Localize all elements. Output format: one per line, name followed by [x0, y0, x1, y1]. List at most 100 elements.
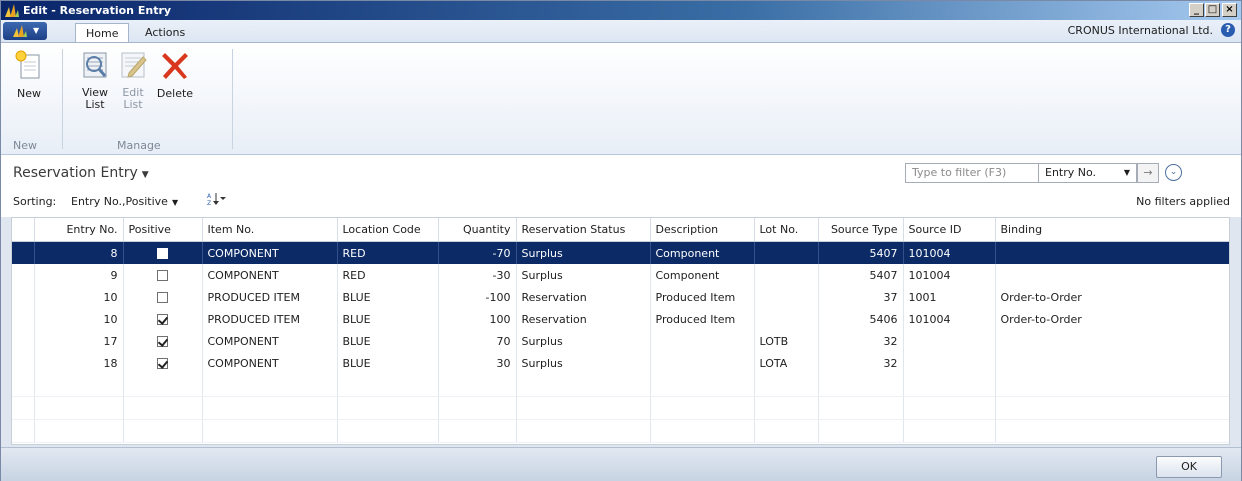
- sort-icon[interactable]: A Z: [207, 192, 227, 209]
- entry-no-cell[interactable]: 8: [34, 241, 124, 264]
- filter-input[interactable]: Type to filter (F3): [905, 163, 1039, 183]
- location-cell[interactable]: BLUE: [337, 308, 439, 330]
- item-no-cell[interactable]: PRODUCED ITEM: [202, 286, 338, 308]
- item-no-cell[interactable]: COMPONENT: [202, 264, 338, 286]
- positive-checkbox[interactable]: [157, 336, 168, 347]
- item-no-cell[interactable]: COMPONENT: [202, 330, 338, 352]
- binding-cell[interactable]: [995, 330, 1229, 352]
- description-cell[interactable]: Component: [650, 264, 755, 286]
- quantity-cell[interactable]: -70: [438, 241, 517, 264]
- row-selector[interactable]: [12, 308, 35, 330]
- binding-cell[interactable]: [995, 352, 1229, 374]
- table-row[interactable]: 17 COMPONENT BLUE 70 Surplus LOTB 32: [12, 330, 1229, 352]
- minimize-button[interactable]: _: [1189, 3, 1204, 17]
- quantity-cell[interactable]: 70: [438, 330, 517, 352]
- delete-button[interactable]: Delete: [153, 49, 197, 100]
- table-row[interactable]: 8 COMPONENT RED -70 Surplus Component 5407 1010…: [12, 241, 1229, 264]
- column-header[interactable]: Positive: [123, 218, 203, 242]
- status-cell[interactable]: Surplus: [516, 352, 651, 374]
- sorting-select[interactable]: Entry No.,Positive ▼: [71, 195, 178, 208]
- tab-home[interactable]: Home: [75, 23, 130, 42]
- quantity-cell[interactable]: -30: [438, 264, 517, 286]
- column-header[interactable]: Location Code: [337, 218, 439, 242]
- expand-icon[interactable]: ⌄: [1165, 164, 1182, 181]
- source-type-cell[interactable]: 5406: [818, 308, 904, 330]
- table-row[interactable]: 9 COMPONENT RED -30 Surplus Component 5407 1010…: [12, 264, 1229, 286]
- row-selector[interactable]: [12, 330, 35, 352]
- page-title[interactable]: Reservation Entry ▼: [13, 165, 149, 181]
- lot-no-cell[interactable]: LOTA: [754, 352, 819, 374]
- entry-no-cell[interactable]: 10: [34, 286, 124, 308]
- entry-no-cell[interactable]: 9: [34, 264, 124, 286]
- table-row[interactable]: 18 COMPONENT BLUE 30 Surplus LOTA 32: [12, 352, 1229, 374]
- source-type-cell[interactable]: 5407: [818, 241, 904, 264]
- source-id-cell[interactable]: 101004: [903, 308, 996, 330]
- source-id-cell[interactable]: [903, 330, 996, 352]
- entry-no-cell[interactable]: 17: [34, 330, 124, 352]
- source-type-cell[interactable]: 5407: [818, 264, 904, 286]
- binding-cell[interactable]: Order-to-Order: [995, 308, 1229, 330]
- positive-checkbox[interactable]: [157, 358, 168, 369]
- edit-list-button[interactable]: Edit List: [115, 49, 151, 111]
- column-header[interactable]: Item No.: [202, 218, 338, 242]
- positive-checkbox[interactable]: [157, 292, 168, 303]
- apply-filter-button[interactable]: →: [1137, 163, 1159, 183]
- positive-checkbox[interactable]: [157, 270, 168, 281]
- source-id-cell[interactable]: 101004: [903, 241, 996, 264]
- column-header[interactable]: Lot No.: [754, 218, 819, 242]
- binding-cell[interactable]: Order-to-Order: [995, 286, 1229, 308]
- source-id-cell[interactable]: 1001: [903, 286, 996, 308]
- new-button[interactable]: New: [11, 49, 47, 100]
- status-cell[interactable]: Surplus: [516, 330, 651, 352]
- positive-checkbox[interactable]: [157, 314, 168, 325]
- description-cell[interactable]: Produced Item: [650, 308, 755, 330]
- quantity-cell[interactable]: 30: [438, 352, 517, 374]
- status-cell[interactable]: Reservation: [516, 286, 651, 308]
- status-cell[interactable]: Surplus: [516, 264, 651, 286]
- column-header[interactable]: Entry No.: [34, 218, 124, 242]
- source-type-cell[interactable]: 32: [818, 352, 904, 374]
- ok-button[interactable]: OK: [1156, 456, 1222, 478]
- source-type-cell[interactable]: 37: [818, 286, 904, 308]
- maximize-button[interactable]: □: [1205, 3, 1220, 17]
- row-selector[interactable]: [12, 264, 35, 286]
- positive-checkbox[interactable]: [157, 248, 168, 259]
- description-cell[interactable]: Component: [650, 241, 755, 264]
- filter-field-select[interactable]: Entry No. ▼: [1039, 163, 1137, 183]
- lot-no-cell[interactable]: [754, 241, 819, 264]
- description-cell[interactable]: [650, 352, 755, 374]
- location-cell[interactable]: RED: [337, 264, 439, 286]
- item-no-cell[interactable]: PRODUCED ITEM: [202, 308, 338, 330]
- binding-cell[interactable]: [995, 241, 1229, 264]
- view-list-button[interactable]: View List: [77, 49, 113, 111]
- source-id-cell[interactable]: 101004: [903, 264, 996, 286]
- column-header[interactable]: Reservation Status: [516, 218, 651, 242]
- description-cell[interactable]: [650, 330, 755, 352]
- table-row[interactable]: 10 PRODUCED ITEM BLUE 100 Reservation Produce…: [12, 308, 1229, 330]
- row-selector[interactable]: [12, 241, 35, 264]
- lot-no-cell[interactable]: [754, 286, 819, 308]
- column-header[interactable]: Binding: [995, 218, 1229, 242]
- status-cell[interactable]: Reservation: [516, 308, 651, 330]
- binding-cell[interactable]: [995, 264, 1229, 286]
- status-cell[interactable]: Surplus: [516, 241, 651, 264]
- lot-no-cell[interactable]: LOTB: [754, 330, 819, 352]
- help-icon[interactable]: ?: [1221, 23, 1235, 37]
- lot-no-cell[interactable]: [754, 264, 819, 286]
- column-header[interactable]: Quantity: [438, 218, 517, 242]
- column-header[interactable]: Source Type: [818, 218, 904, 242]
- row-selector[interactable]: [12, 352, 35, 374]
- location-cell[interactable]: BLUE: [337, 352, 439, 374]
- table-row[interactable]: 10 PRODUCED ITEM BLUE -100 Reservation Produc…: [12, 286, 1229, 308]
- column-header[interactable]: Source ID: [903, 218, 996, 242]
- source-type-cell[interactable]: 32: [818, 330, 904, 352]
- column-header[interactable]: Description: [650, 218, 755, 242]
- description-cell[interactable]: Produced Item: [650, 286, 755, 308]
- lot-no-cell[interactable]: [754, 308, 819, 330]
- item-no-cell[interactable]: COMPONENT: [202, 241, 338, 264]
- entry-no-cell[interactable]: 18: [34, 352, 124, 374]
- tab-actions[interactable]: Actions: [135, 23, 195, 42]
- item-no-cell[interactable]: COMPONENT: [202, 352, 338, 374]
- location-cell[interactable]: RED: [337, 241, 439, 264]
- location-cell[interactable]: BLUE: [337, 330, 439, 352]
